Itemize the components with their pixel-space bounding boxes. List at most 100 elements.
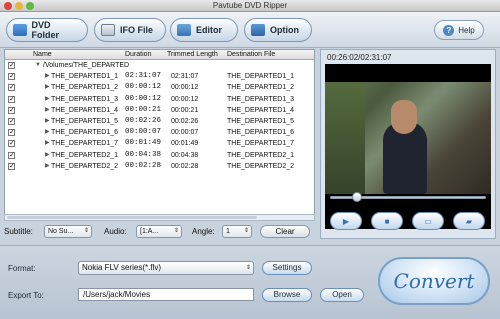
row-destination-file: THE_DEPARTED1_6 [227, 129, 295, 137]
row-checkbox[interactable]: ✓ [8, 84, 15, 92]
expand-triangle-icon[interactable]: ▶ [45, 150, 50, 161]
play-button[interactable]: ▶ [330, 212, 362, 230]
row-destination-file: THE_DEPARTED1_7 [227, 140, 295, 148]
title-list: Name Duration Trimmed Length Destination… [4, 49, 315, 221]
row-checkbox[interactable]: ✓ [8, 129, 15, 137]
root-checkbox[interactable]: ✓ [8, 62, 15, 69]
collapse-triangle-icon[interactable]: ▼ [35, 60, 41, 71]
row-checkbox[interactable]: ✓ [8, 140, 15, 148]
row-destination-file: THE_DEPARTED1_4 [227, 106, 295, 114]
zoom-window-button[interactable] [26, 2, 34, 10]
preview-panel: 00:26:02/02:31:07 [320, 49, 496, 239]
row-trimmed-length: 00:02:28 [171, 162, 199, 170]
export-path-field[interactable]: /Users/jack/Movies [78, 288, 254, 301]
row-trimmed-length: 00:02:26 [171, 117, 199, 125]
format-label: Format: [8, 264, 36, 273]
convert-button[interactable]: Convert [378, 257, 490, 305]
row-checkbox[interactable]: ✓ [8, 162, 15, 170]
header-destination-file[interactable]: Destination File [227, 51, 275, 58]
expand-triangle-icon[interactable]: ▶ [45, 116, 50, 127]
table-row[interactable]: ✓ ▶ THE_DEPARTED1_7 00:01:49 00:01:49 THE_DEP… [5, 138, 314, 149]
option-button[interactable]: Option [244, 18, 312, 42]
ifo-file-button[interactable]: IFO File [94, 18, 166, 42]
scrollbar-thumb[interactable] [7, 216, 257, 219]
row-checkbox[interactable]: ✓ [8, 95, 15, 103]
audio-label: Audio: [104, 227, 127, 236]
play-icon: ▶ [342, 216, 350, 226]
film-edit-icon [177, 24, 191, 36]
seek-handle[interactable] [351, 192, 362, 202]
row-title-name: THE_DEPARTED1_7 [51, 140, 119, 148]
row-duration: 00:02:26 [125, 116, 162, 125]
row-duration: 02:31:07 [125, 72, 162, 81]
expand-triangle-icon[interactable]: ▶ [45, 94, 50, 105]
folder-icon: ▰ [465, 216, 473, 226]
row-trimmed-length: 02:31:07 [171, 73, 199, 81]
open-button[interactable]: Open [320, 288, 364, 302]
browse-button[interactable]: Browse [262, 288, 312, 302]
audio-value: [1:A... [140, 228, 159, 235]
list-header: Name Duration Trimmed Length Destination… [5, 50, 314, 60]
clear-button[interactable]: Clear [260, 225, 310, 238]
row-title-name: THE_DEPARTED1_5 [51, 117, 119, 125]
video-frame-tree [325, 82, 365, 194]
format-select[interactable]: Nokia FLV series(*.flv) ⇕ [78, 261, 254, 275]
expand-triangle-icon[interactable]: ▶ [45, 82, 50, 93]
expand-triangle-icon[interactable]: ▶ [45, 71, 50, 82]
table-row[interactable]: ✓ ▶ THE_DEPARTED1_2 00:00:12 00:00:12 THE_DEP… [5, 82, 314, 93]
option-label: Option [270, 25, 299, 35]
close-window-button[interactable] [4, 2, 12, 10]
preview-time: 00:26:02/02:31:07 [327, 53, 392, 62]
table-row[interactable]: ✓ ▶ THE_DEPARTED1_6 00:00:07 00:00:07 THE_DEP… [5, 127, 314, 138]
expand-triangle-icon[interactable]: ▶ [45, 138, 50, 149]
audio-select[interactable]: [1:A... ⇕ [136, 225, 182, 238]
row-checkbox[interactable]: ✓ [8, 73, 15, 81]
dvd-folder-icon [13, 24, 27, 36]
row-trimmed-length: 00:00:21 [171, 106, 199, 114]
expand-triangle-icon[interactable]: ▶ [45, 105, 50, 116]
list-item-root[interactable]: ✓ ▼ /Volumes/THE_DEPARTED [5, 60, 314, 71]
help-button[interactable]: ? Help [434, 20, 484, 40]
table-row[interactable]: ✓ ▶ THE_DEPARTED1_4 00:00:21 00:00:21 THE_DEP… [5, 105, 314, 116]
minimize-window-button[interactable] [15, 2, 23, 10]
table-row[interactable]: ✓ ▶ THE_DEPARTED1_3 00:00:12 00:00:12 THE_DEP… [5, 94, 314, 105]
title-bar: Pavtube DVD Ripper [0, 0, 500, 12]
open-folder-button[interactable]: ▰ [453, 212, 485, 230]
help-icon: ? [443, 24, 455, 36]
row-title-name: THE_DEPARTED1_4 [51, 106, 119, 114]
header-name[interactable]: Name [33, 51, 52, 58]
angle-select[interactable]: 1 ⇕ [222, 225, 252, 238]
row-checkbox[interactable]: ✓ [8, 151, 15, 159]
row-title-name: THE_DEPARTED1_1 [51, 73, 119, 81]
table-row[interactable]: ✓ ▶ THE_DEPARTED2_1 00:04:38 00:04:38 THE_DEP… [5, 150, 314, 161]
dvd-folder-button[interactable]: DVD Folder [6, 18, 88, 42]
row-checkbox[interactable]: ✓ [8, 106, 15, 114]
snapshot-button[interactable]: ▭ [412, 212, 444, 230]
table-row[interactable]: ✓ ▶ THE_DEPARTED1_1 02:31:07 02:31:07 THE_DEP… [5, 71, 314, 82]
export-label: Export To: [8, 291, 44, 300]
row-duration: 00:02:28 [125, 161, 162, 170]
table-row[interactable]: ✓ ▶ THE_DEPARTED1_5 00:02:26 00:02:26 THE_DEP… [5, 116, 314, 127]
window-title: Pavtube DVD Ripper [212, 1, 288, 10]
settings-button[interactable]: Settings [262, 261, 312, 275]
subtitle-select[interactable]: No Su... ⇕ [44, 225, 92, 238]
row-duration: 00:00:12 [125, 83, 162, 92]
stop-button[interactable]: ■ [371, 212, 403, 230]
row-title-name: THE_DEPARTED1_2 [51, 84, 119, 92]
table-row[interactable]: ✓ ▶ THE_DEPARTED2_2 00:02:28 00:02:28 THE_DEP… [5, 161, 314, 172]
header-duration[interactable]: Duration [125, 51, 151, 58]
format-value: Nokia FLV series(*.flv) [82, 263, 161, 272]
angle-label: Angle: [192, 227, 215, 236]
header-trimmed-length[interactable]: Trimmed Length [167, 51, 218, 58]
expand-triangle-icon[interactable]: ▶ [45, 127, 50, 138]
editor-button[interactable]: Editor [170, 18, 238, 42]
horizontal-scrollbar[interactable] [4, 214, 315, 221]
expand-triangle-icon[interactable]: ▶ [45, 161, 50, 172]
row-destination-file: THE_DEPARTED1_5 [227, 117, 295, 125]
row-checkbox[interactable]: ✓ [8, 117, 15, 125]
stepper-arrows-icon: ⇕ [173, 228, 179, 234]
stop-icon: ■ [384, 216, 390, 226]
row-destination-file: THE_DEPARTED1_2 [227, 84, 295, 92]
stepper-arrows-icon: ⇕ [243, 228, 249, 234]
row-duration: 00:04:38 [125, 150, 162, 159]
